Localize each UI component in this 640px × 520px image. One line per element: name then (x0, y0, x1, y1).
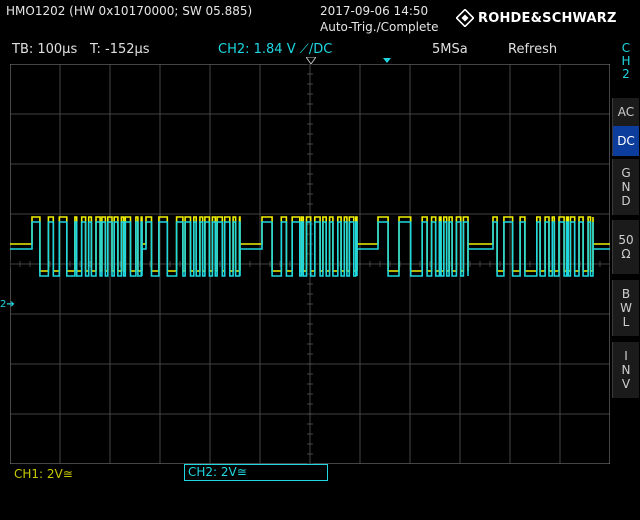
coupling-dc-button[interactable]: DC (612, 126, 639, 156)
date-status: 2017-09-06 14:50 Auto-Trig./Complete (320, 3, 438, 35)
ch2-waveform (10, 221, 610, 277)
rs-diamond-icon (456, 9, 474, 27)
coupling-gnd-button[interactable]: G N D (612, 159, 639, 215)
acquisition-status: Auto-Trig./Complete (320, 20, 439, 34)
coupling-ac-button[interactable]: AC (612, 98, 639, 126)
invert-button[interactable]: I N V (612, 342, 639, 398)
ch1-scale[interactable]: CH1: 2V≅ (14, 467, 73, 481)
bandwidth-limit-button[interactable]: B W L (612, 280, 639, 336)
impedance-50-ohm-button[interactable]: 50 Ω (612, 220, 639, 274)
trigger-time-readout[interactable]: T: -152µs (90, 42, 150, 57)
acquisition-mode[interactable]: Refresh (508, 42, 557, 57)
ch2-scale-box[interactable]: CH2: 2V≅ (184, 464, 328, 481)
channel-tag: C H 2 (621, 41, 631, 81)
ch2-ground-marker-icon[interactable]: 2➔ (0, 300, 15, 310)
scope-display[interactable] (10, 64, 610, 464)
ch2-trigger-readout[interactable]: CH2: 1.84 V ⟋/DC (218, 42, 332, 57)
channel-info-bar: CH1: 2V≅ CH2: 2V≅ (0, 464, 612, 486)
sample-rate-readout: 5MSa (432, 42, 468, 57)
brand-name: ROHDE&SCHWARZ (478, 10, 617, 26)
timebase-readout[interactable]: TB: 100µs (12, 42, 77, 57)
channel-side-menu: C H 2 AC DC G N D 50 Ω B W L I N V (612, 40, 640, 500)
datetime: 2017-09-06 14:50 (320, 4, 429, 18)
brand-logo: ROHDE&SCHWARZ (456, 9, 617, 27)
device-info: HMO1202 (HW 0x10170000; SW 05.885) (6, 4, 253, 18)
